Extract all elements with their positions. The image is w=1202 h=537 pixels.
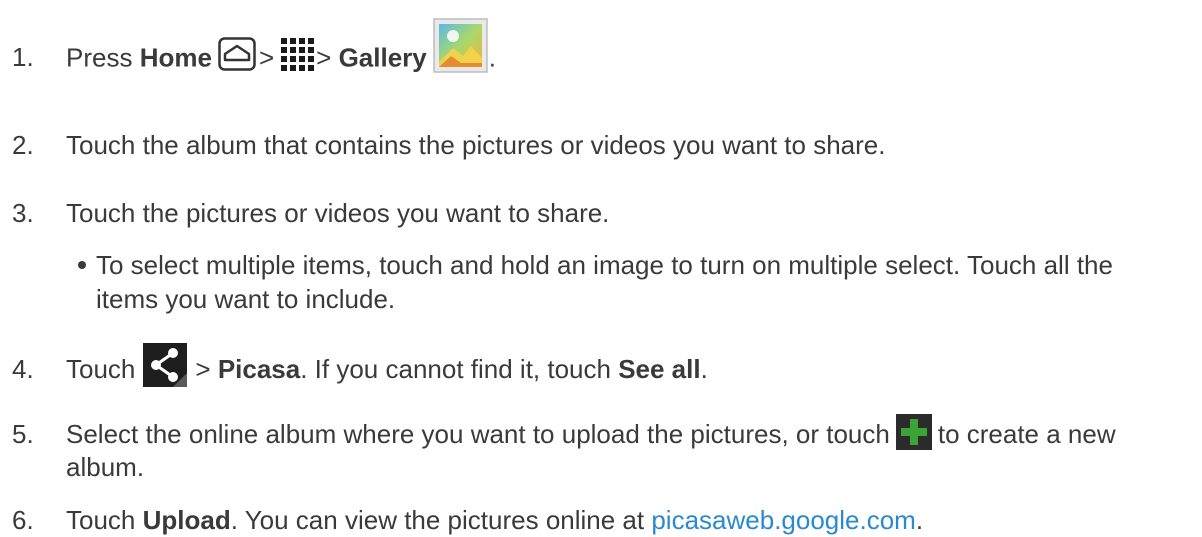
step-text: Touch the pictures or videos you want to… xyxy=(66,198,610,228)
step-6: 6. Touch Upload. You can view the picture… xyxy=(12,503,923,537)
step-number: 3. xyxy=(12,198,34,228)
upload-label: Upload xyxy=(142,505,231,535)
step-text: . xyxy=(915,505,924,535)
gallery-label: Gallery xyxy=(338,42,427,73)
share-icon xyxy=(143,343,188,387)
step-5: 5. Select the online album where you want… xyxy=(12,414,1116,454)
step-text: . xyxy=(700,353,708,384)
bullet-item-continuation: items you want to include. xyxy=(96,282,395,316)
step-1: 1. Press Home > > Gallery . xyxy=(12,18,496,87)
picasa-label: Picasa xyxy=(217,353,301,384)
step-number: 4. xyxy=(12,353,34,384)
step-5-continuation: album. xyxy=(66,450,144,484)
step-text: Touch xyxy=(66,505,136,535)
gallery-icon xyxy=(432,18,488,73)
apps-grid-icon xyxy=(280,37,315,71)
step-text: . You can view the pictures online at xyxy=(230,505,652,535)
step-text: Select the online album where you want t… xyxy=(66,419,890,449)
bullet-text-line-2: items you want to include. xyxy=(96,284,396,314)
step-text: album. xyxy=(66,452,145,482)
home-icon xyxy=(218,36,256,71)
bullet-dot xyxy=(78,261,86,270)
step-2: 2. Touch the album that contains the pict… xyxy=(12,128,885,162)
bullet-item: To select multiple items, touch and hold… xyxy=(78,248,1113,282)
step-text: . xyxy=(488,42,496,73)
picasa-link[interactable]: picasaweb.google.com xyxy=(651,505,916,535)
separator: > xyxy=(195,353,211,384)
bullet-text-line-1: To select multiple items, touch and hold… xyxy=(96,250,1113,280)
step-number: 6. xyxy=(12,505,34,535)
step-text: to create a new xyxy=(937,419,1116,449)
step-text: Touch xyxy=(66,353,136,384)
step-number: 5. xyxy=(12,419,34,449)
plus-icon xyxy=(895,414,932,451)
see-all-label: See all xyxy=(618,353,701,384)
step-number: 1. xyxy=(12,42,34,73)
home-label: Home xyxy=(139,42,212,73)
step-number: 2. xyxy=(12,130,34,160)
separator: > xyxy=(316,42,332,73)
separator: > xyxy=(258,42,275,73)
step-text: . If you cannot find it, touch xyxy=(300,353,619,384)
step-text: Press xyxy=(66,42,133,73)
instruction-document: 1. Press Home > > Gallery . 2. Touch the… xyxy=(0,0,1202,535)
step-text: Touch the album that contains the pictur… xyxy=(66,130,886,160)
step-3: 3. Touch the pictures or videos you want … xyxy=(12,196,609,230)
step-4: 4. Touch > Picasa. If you cannot find it,… xyxy=(12,343,708,393)
